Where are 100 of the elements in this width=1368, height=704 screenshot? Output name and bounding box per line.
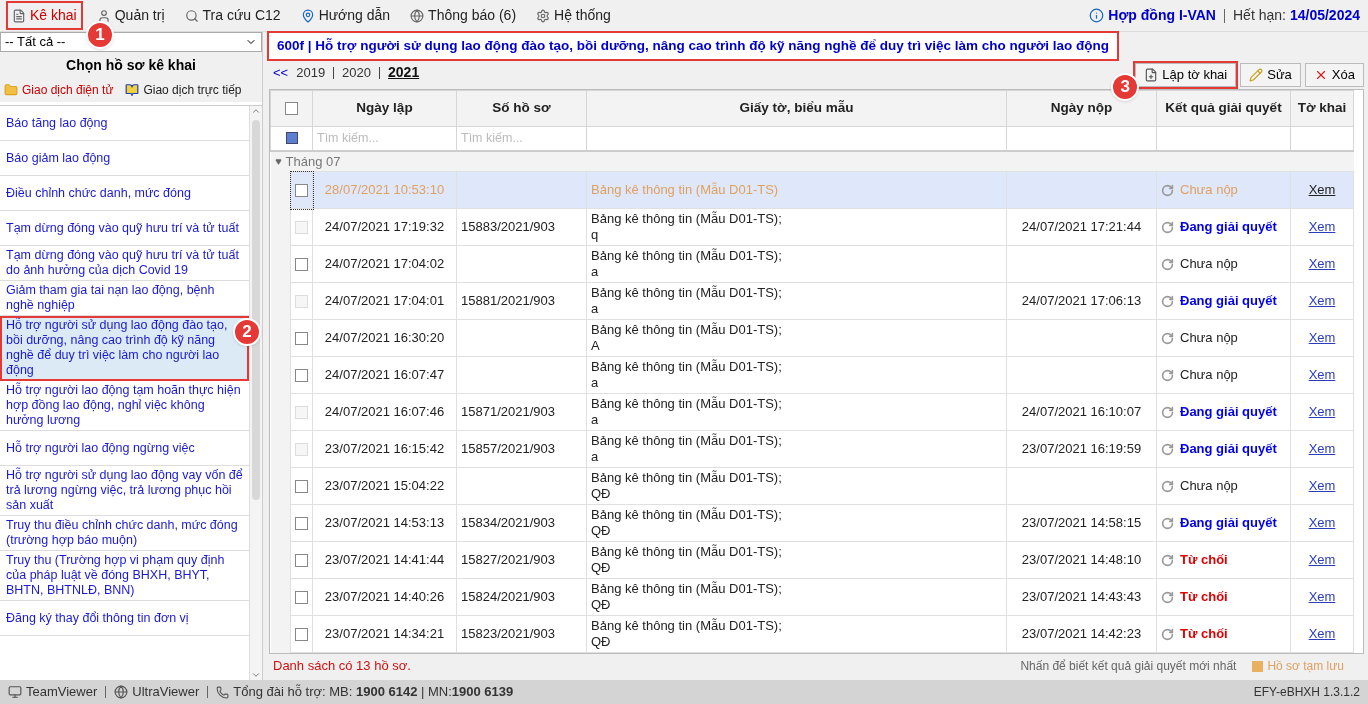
- table-cell-text: Bảng kê thông tin (Mẫu D01-TS); QĐ: [591, 470, 783, 502]
- column-header[interactable]: Kết quả giải quyết: [1156, 90, 1291, 127]
- view-link[interactable]: Xem: [1308, 589, 1336, 605]
- table-cell: 23/07/2021 16:15:42: [324, 441, 445, 457]
- column-header[interactable]: Tờ khai: [1290, 90, 1354, 127]
- view-link[interactable]: Xem: [1308, 182, 1336, 198]
- checkbox[interactable]: [295, 516, 308, 530]
- globe-icon: [410, 8, 425, 23]
- table-row[interactable]: 24/07/2021 16:07:47 Bảng kê thông tin (Mẫu D01-TS); a Chưa nộp Xem: [270, 356, 1354, 394]
- table-row[interactable]: 23/07/2021 14:53:13 15834/2021/903 Bảng kê thông tin (Mẫu D01-TS); QĐ 23/07/2021 14:58:15 Đang giải quyết Xem: [270, 504, 1354, 542]
- view-link[interactable]: Xem: [1308, 515, 1336, 531]
- column-header[interactable]: Ngày lập: [312, 90, 457, 127]
- view-link[interactable]: Xem: [1308, 626, 1336, 642]
- table-row[interactable]: 23/07/2021 14:34:21 15823/2021/903 Bảng kê thông tin (Mẫu D01-TS); QĐ 23/07/2021 14:42:23 Từ chối Xem: [270, 615, 1354, 653]
- refresh-icon[interactable]: [1161, 257, 1174, 271]
- sidebar-tab[interactable]: Giao dịch trực tiếp: [125, 81, 242, 99]
- status-text: Chưa nộp: [1180, 255, 1238, 274]
- year-tab[interactable]: 2019: [296, 62, 326, 83]
- menu-item[interactable]: Hệ thống: [532, 3, 615, 28]
- view-link[interactable]: Xem: [1308, 478, 1336, 494]
- scroll-up-icon[interactable]: [251, 106, 261, 116]
- globe-icon: [114, 685, 129, 699]
- search-field[interactable]: Tìm kiếm...: [313, 127, 456, 150]
- scrollbar[interactable]: [249, 106, 262, 680]
- status-bar-link[interactable]: TeamViewer: [8, 682, 98, 702]
- refresh-icon[interactable]: [1161, 627, 1174, 641]
- table-cell-text: Bảng kê thông tin (Mẫu D01-TS); QĐ: [591, 507, 783, 539]
- table-cell-text: Bảng kê thông tin (Mẫu D01-TS); a: [591, 433, 783, 465]
- view-link[interactable]: Xem: [1308, 552, 1336, 568]
- checkbox[interactable]: [295, 553, 308, 567]
- scroll-down-icon[interactable]: [251, 670, 261, 680]
- view-link[interactable]: Xem: [1308, 256, 1336, 272]
- view-link[interactable]: Xem: [1308, 330, 1336, 346]
- toolbar-button[interactable]: Xóa: [1304, 63, 1364, 87]
- menu-item[interactable]: Hướng dẫn: [296, 3, 395, 28]
- table-row[interactable]: 28/07/2021 10:53:10 Bảng kê thông tin (Mẫu D01-TS) Chưa nộp Xem: [270, 171, 1354, 209]
- column-header[interactable]: Số hồ sơ: [456, 90, 587, 127]
- refresh-icon[interactable]: [1161, 479, 1174, 493]
- table-row[interactable]: 24/07/2021 17:04:02 Bảng kê thông tin (Mẫu D01-TS); a Chưa nộp Xem: [270, 245, 1354, 283]
- year-tab[interactable]: 2020: [342, 62, 372, 83]
- refresh-icon[interactable]: [1161, 183, 1174, 197]
- checkbox[interactable]: [285, 102, 298, 115]
- checkbox[interactable]: [295, 368, 308, 382]
- checkbox[interactable]: [295, 183, 308, 197]
- column-header[interactable]: Giấy tờ, biểu mẫu: [586, 90, 1007, 127]
- search-field[interactable]: Tìm kiếm...: [457, 127, 586, 150]
- group-label: Tháng 07: [285, 152, 341, 171]
- table-row[interactable]: 23/07/2021 14:41:44 15827/2021/903 Bảng kê thông tin (Mẫu D01-TS); QĐ 23/07/2021 14:48:10 Từ chối Xem: [270, 541, 1354, 579]
- checkbox[interactable]: [295, 331, 308, 345]
- table-cell: 23/07/2021 14:40:26: [324, 589, 445, 605]
- table-cell-text: Bảng kê thông tin (Mẫu D01-TS); a: [591, 285, 783, 317]
- status-text: Từ chối: [1180, 588, 1228, 607]
- legend-label: Hồ sơ tạm lưu: [1267, 658, 1344, 675]
- toolbar-button[interactable]: Sửa: [1240, 63, 1301, 87]
- table-row[interactable]: 23/07/2021 14:40:26 15824/2021/903 Bảng kê thông tin (Mẫu D01-TS); QĐ 23/07/2021 14:43:43 Từ chối Xem: [270, 578, 1354, 616]
- menu-item[interactable]: Thông báo (6): [406, 3, 521, 28]
- sidebar-item[interactable]: Hỗ trợ người lao động tạm hoãn thực hiện hợp đồng lao động, nghỉ việc không hưởng lương: [0, 381, 249, 431]
- table-cell: 23/07/2021 14:34:21: [324, 626, 445, 642]
- document-icon: [12, 8, 26, 23]
- checkbox[interactable]: [295, 257, 308, 271]
- phone-icon: [216, 685, 230, 699]
- checkbox[interactable]: [295, 627, 308, 641]
- table-cell: 23/07/2021 16:19:59: [1021, 441, 1142, 457]
- sidebar-tab[interactable]: Giao dịch điện tử: [4, 81, 114, 99]
- table-cell: 23/07/2021 14:58:15: [1021, 515, 1142, 531]
- version-text: EFY-eBHXH 1.3.1.2: [1253, 684, 1360, 701]
- filter-icon[interactable]: [285, 132, 298, 145]
- sidebar-item[interactable]: Truy thu điều chỉnh chức danh, mức đóng (trường hợp báo muộn): [0, 516, 249, 551]
- refresh-icon[interactable]: [1161, 590, 1174, 604]
- table-cell: 23/07/2021 14:53:13: [324, 515, 445, 531]
- menu-item[interactable]: Kê khai: [8, 3, 81, 28]
- settings-icon: [536, 8, 551, 23]
- previous-years-link[interactable]: <<: [273, 62, 289, 83]
- refresh-icon[interactable]: [1161, 331, 1174, 345]
- table-row[interactable]: 24/07/2021 16:30:20 Bảng kê thông tin (Mẫu D01-TS); A Chưa nộp Xem: [270, 319, 1354, 357]
- refresh-icon[interactable]: [1161, 368, 1174, 382]
- checkbox[interactable]: [295, 479, 308, 493]
- view-link[interactable]: Xem: [1308, 367, 1336, 383]
- checkbox[interactable]: [295, 590, 308, 604]
- status-text: Từ chối: [1180, 551, 1228, 570]
- menu-item[interactable]: Tra cứu C12: [180, 3, 285, 28]
- year-tab[interactable]: 2021: [388, 62, 420, 83]
- refresh-icon[interactable]: [1161, 516, 1174, 530]
- status-text: Đang giải quyết: [1180, 292, 1277, 311]
- status-bar-link[interactable]: UltraViewer: [114, 682, 200, 702]
- search-icon: [184, 8, 199, 23]
- table-cell-text: Bảng kê thông tin (Mẫu D01-TS); A: [591, 322, 783, 354]
- refresh-icon[interactable]: [1161, 553, 1174, 567]
- collapse-arrow-icon[interactable]: [274, 157, 282, 165]
- table-row[interactable]: 23/07/2021 15:04:22 Bảng kê thông tin (Mẫu D01-TS); QĐ Chưa nộp Xem: [270, 467, 1354, 505]
- sidebar-item[interactable]: Hỗ trợ người sử dụng lao động vay vốn để trả lương ngừng việc, trả lương phục hồi sản xuất: [0, 466, 249, 516]
- table-cell: 24/07/2021 16:30:20: [324, 330, 445, 346]
- table-cell: 24/07/2021 17:04:01: [324, 293, 445, 309]
- legend-swatch: [1252, 660, 1264, 672]
- table-cell: 23/07/2021 14:41:44: [324, 552, 445, 568]
- table-cell: 24/07/2021 17:04:02: [324, 256, 445, 272]
- group-row[interactable]: Tháng 07: [270, 150, 1354, 172]
- sidebar-item[interactable]: Tạm dừng đóng vào quỹ hưu trí và tử tuất do ảnh hưởng của dịch Covid 19: [0, 246, 249, 281]
- toolbar-button[interactable]: Lập tờ khai: [1135, 63, 1237, 87]
- contract-link[interactable]: Hợp đồng I-VAN: [1108, 5, 1216, 26]
